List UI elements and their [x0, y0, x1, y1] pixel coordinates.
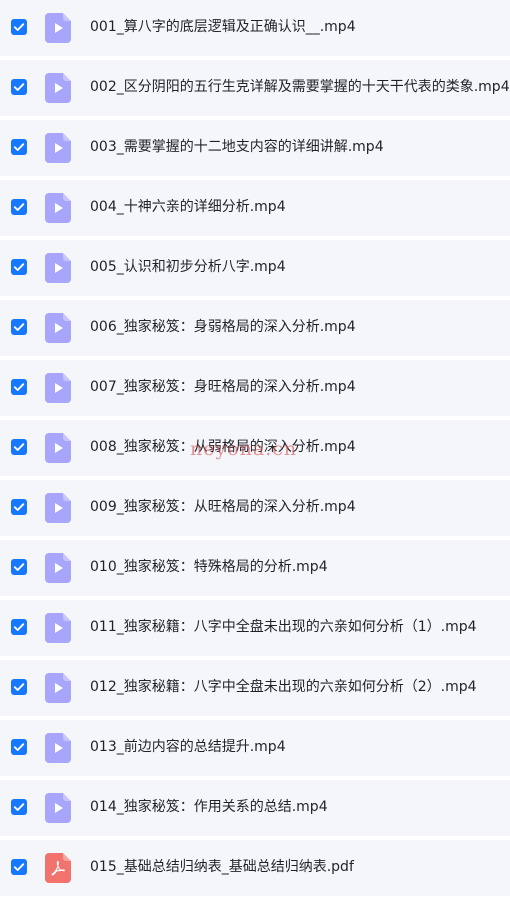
file-name[interactable]: 011_独家秘籍：八字中全盘未出现的六亲如何分析（1）.mp4	[90, 617, 477, 637]
checkbox[interactable]	[11, 199, 27, 215]
checkbox[interactable]	[11, 79, 27, 95]
video-file-icon	[45, 313, 71, 343]
file-row[interactable]: 009_独家秘笈：从旺格局的深入分析.mp4	[0, 480, 510, 536]
video-file-icon	[45, 553, 71, 583]
file-row[interactable]: 005_认识和初步分析八字.mp4	[0, 240, 510, 296]
checkbox[interactable]	[11, 19, 27, 35]
file-row[interactable]: 007_独家秘笈：身旺格局的深入分析.mp4	[0, 360, 510, 416]
file-row[interactable]: 013_前边内容的总结提升.mp4	[0, 720, 510, 776]
checkbox[interactable]	[11, 559, 27, 575]
file-name[interactable]: 015_基础总结归纳表_基础总结归纳表.pdf	[90, 857, 354, 877]
video-file-icon	[45, 673, 71, 703]
checkbox[interactable]	[11, 139, 27, 155]
checkbox[interactable]	[11, 379, 27, 395]
video-file-icon	[45, 73, 71, 103]
file-name[interactable]: 004_十神六亲的详细分析.mp4	[90, 197, 286, 217]
checkbox[interactable]	[11, 859, 27, 875]
file-row[interactable]: 011_独家秘籍：八字中全盘未出现的六亲如何分析（1）.mp4	[0, 600, 510, 656]
checkbox[interactable]	[11, 499, 27, 515]
video-file-icon	[45, 433, 71, 463]
file-row[interactable]: 010_独家秘笈：特殊格局的分析.mp4	[0, 540, 510, 596]
file-name[interactable]: 005_认识和初步分析八字.mp4	[90, 257, 286, 277]
file-name[interactable]: 007_独家秘笈：身旺格局的深入分析.mp4	[90, 377, 356, 397]
file-row[interactable]: 014_独家秘笈：作用关系的总结.mp4	[0, 780, 510, 836]
file-name[interactable]: 009_独家秘笈：从旺格局的深入分析.mp4	[90, 497, 356, 517]
file-name[interactable]: 001_算八字的底层逻辑及正确认识__.mp4	[90, 17, 356, 37]
checkbox[interactable]	[11, 439, 27, 455]
checkbox[interactable]	[11, 619, 27, 635]
video-file-icon	[45, 373, 71, 403]
video-file-icon	[45, 253, 71, 283]
checkbox[interactable]	[11, 739, 27, 755]
file-list: 001_算八字的底层逻辑及正确认识__.mp4 002_区分阴阳的五行生克详解及需…	[0, 0, 510, 900]
file-row[interactable]: 006_独家秘笈：身弱格局的深入分析.mp4	[0, 300, 510, 356]
checkbox[interactable]	[11, 259, 27, 275]
file-row[interactable]: 001_算八字的底层逻辑及正确认识__.mp4	[0, 0, 510, 56]
video-file-icon	[45, 493, 71, 523]
file-name[interactable]: 008_独家秘笈：从弱格局的深入分析.mp4	[90, 437, 356, 457]
video-file-icon	[45, 133, 71, 163]
file-row[interactable]: 004_十神六亲的详细分析.mp4	[0, 180, 510, 236]
file-row[interactable]: 012_独家秘籍：八字中全盘未出现的六亲如何分析（2）.mp4	[0, 660, 510, 716]
file-row[interactable]: 003_需要掌握的十二地支内容的详细讲解.mp4	[0, 120, 510, 176]
file-row[interactable]: 015_基础总结归纳表_基础总结归纳表.pdf	[0, 840, 510, 896]
checkbox[interactable]	[11, 799, 27, 815]
checkbox[interactable]	[11, 319, 27, 335]
file-name[interactable]: 006_独家秘笈：身弱格局的深入分析.mp4	[90, 317, 356, 337]
file-row[interactable]: 002_区分阴阳的五行生克详解及需要掌握的十天干代表的类象.mp4	[0, 60, 510, 116]
pdf-file-icon	[45, 853, 71, 883]
video-file-icon	[45, 733, 71, 763]
file-row[interactable]: 008_独家秘笈：从弱格局的深入分析.mp4	[0, 420, 510, 476]
video-file-icon	[45, 793, 71, 823]
video-file-icon	[45, 193, 71, 223]
file-name[interactable]: 010_独家秘笈：特殊格局的分析.mp4	[90, 557, 328, 577]
file-name[interactable]: 002_区分阴阳的五行生克详解及需要掌握的十天干代表的类象.mp4	[90, 77, 510, 97]
video-file-icon	[45, 13, 71, 43]
video-file-icon	[45, 613, 71, 643]
file-name[interactable]: 014_独家秘笈：作用关系的总结.mp4	[90, 797, 328, 817]
checkbox[interactable]	[11, 679, 27, 695]
file-name[interactable]: 013_前边内容的总结提升.mp4	[90, 737, 286, 757]
file-name[interactable]: 003_需要掌握的十二地支内容的详细讲解.mp4	[90, 137, 384, 157]
file-name[interactable]: 012_独家秘籍：八字中全盘未出现的六亲如何分析（2）.mp4	[90, 677, 477, 697]
